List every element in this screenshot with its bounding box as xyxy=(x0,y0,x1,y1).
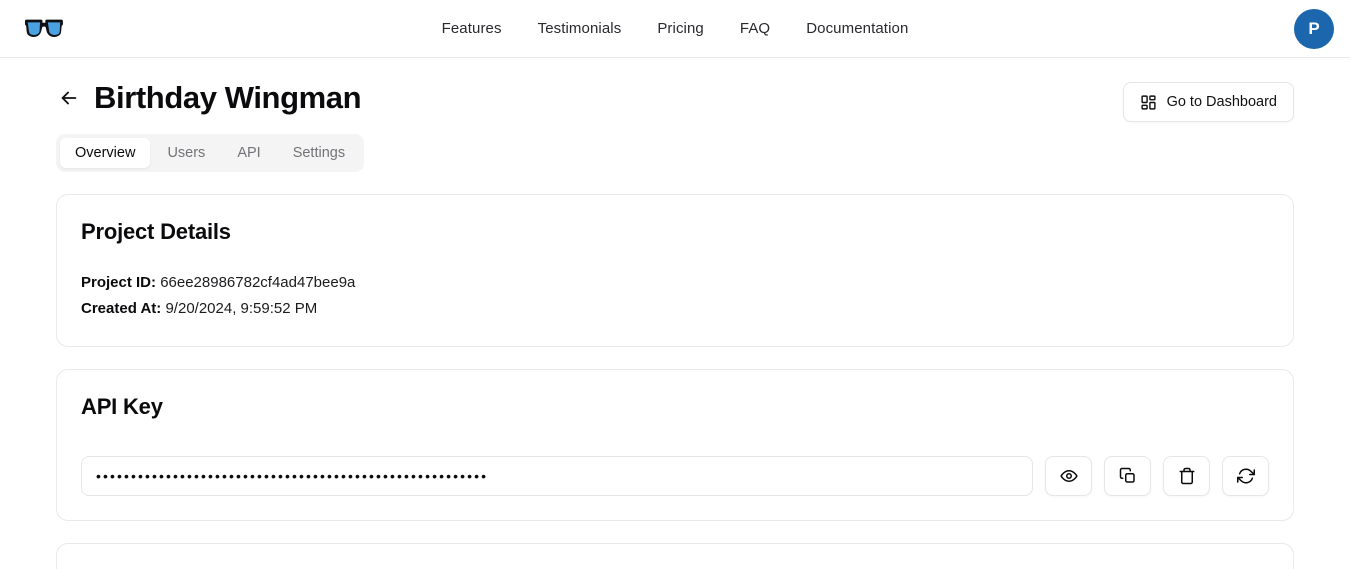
reveal-api-key-button[interactable] xyxy=(1045,455,1092,496)
copy-api-key-button[interactable] xyxy=(1104,455,1151,496)
eye-icon xyxy=(1059,467,1078,485)
main-nav-links: Features Testimonials Pricing FAQ Docume… xyxy=(442,20,909,37)
project-details-card: Project Details Project ID: 66ee28986782… xyxy=(56,194,1294,347)
nav-link-testimonials[interactable]: Testimonials xyxy=(538,20,622,37)
top-navigation-bar: Features Testimonials Pricing FAQ Docume… xyxy=(0,0,1350,58)
nav-link-features[interactable]: Features xyxy=(442,20,502,37)
arrow-left-icon[interactable] xyxy=(56,85,82,111)
project-details-list: Project ID: 66ee28986782cf4ad47bee9a Cre… xyxy=(81,270,1269,322)
tab-settings[interactable]: Settings xyxy=(278,138,360,168)
sunglasses-logo-icon[interactable] xyxy=(24,14,68,44)
created-at-row: Created At: 9/20/2024, 9:59:52 PM xyxy=(81,296,1269,322)
api-key-input[interactable]: ••••••••••••••••••••••••••••••••••••••••… xyxy=(81,455,1033,496)
project-details-title: Project Details xyxy=(81,219,231,244)
page-header: Birthday Wingman Go to Dashboard xyxy=(56,58,1294,122)
tab-api[interactable]: API xyxy=(222,138,275,168)
project-id-value: 66ee28986782cf4ad47bee9a xyxy=(160,274,356,291)
api-key-card: API Key ••••••••••••••••••••••••••••••••… xyxy=(56,368,1294,521)
project-id-label: Project ID: xyxy=(81,274,157,291)
nav-link-faq[interactable]: FAQ xyxy=(740,20,770,37)
go-to-dashboard-button[interactable]: Go to Dashboard xyxy=(1122,82,1294,122)
next-section-card xyxy=(56,542,1294,569)
go-to-dashboard-label: Go to Dashboard xyxy=(1166,94,1277,110)
page-content: Birthday Wingman Go to Dashboard Overvie… xyxy=(0,58,1350,569)
api-key-row: ••••••••••••••••••••••••••••••••••••••••… xyxy=(81,455,1269,496)
layout-dashboard-icon xyxy=(1140,94,1157,111)
page-title: Birthday Wingman xyxy=(94,79,362,115)
tab-overview[interactable]: Overview xyxy=(60,138,151,168)
avatar[interactable]: P xyxy=(1294,8,1334,49)
api-key-title: API Key xyxy=(81,393,163,419)
nav-link-documentation[interactable]: Documentation xyxy=(806,20,908,37)
delete-api-key-button[interactable] xyxy=(1163,455,1210,496)
refresh-icon xyxy=(1236,467,1255,485)
project-tabs: Overview Users API Settings xyxy=(56,134,365,172)
project-id-row: Project ID: 66ee28986782cf4ad47bee9a xyxy=(81,270,1269,296)
created-at-value: 9/20/2024, 9:59:52 PM xyxy=(165,299,318,317)
created-at-label: Created At: xyxy=(81,299,162,317)
copy-icon xyxy=(1119,467,1137,485)
tab-users[interactable]: Users xyxy=(152,138,220,168)
regenerate-api-key-button[interactable] xyxy=(1222,455,1269,496)
nav-link-pricing[interactable]: Pricing xyxy=(657,20,704,37)
trash-icon xyxy=(1178,467,1196,485)
